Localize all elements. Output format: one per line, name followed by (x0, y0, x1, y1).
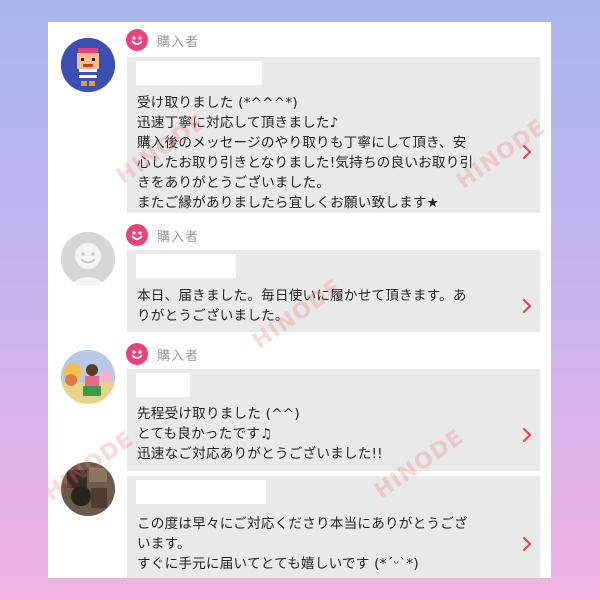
message-line: 心したお取り引きとなりました!気持ちの良いお取り引 (137, 155, 474, 171)
review-message-text: この度は早々にご対応くださり本当にありがとうござ います。 すぐに手元に届いてと… (137, 514, 514, 574)
review-item: 購入者 本日、届きました。毎日使いに履かせて頂きます。あ りがとうございました。 (48, 218, 551, 336)
message-line: 受け取りました (*^^^*) (137, 95, 298, 111)
buyer-role-label: 購入者 (126, 223, 199, 247)
dark-photo-avatar-icon[interactable] (61, 462, 115, 516)
role-label-text: 購入者 (157, 348, 200, 364)
review-item: この度は早々にご対応くださり本当にありがとうござ います。 すぐに手元に届いてと… (48, 462, 551, 578)
chevron-right-icon[interactable] (522, 536, 532, 552)
cartoon-character-avatar-icon[interactable] (61, 38, 115, 92)
message-line: 迅速なご対応ありがとうございました!! (137, 446, 383, 462)
redacted-username (136, 254, 236, 278)
message-line: 先程受け取りました (^^) (137, 406, 300, 422)
message-line: とても良かったです♫ (137, 426, 273, 442)
message-line: またご縁がありましたら宜しくお願い致します★ (137, 195, 440, 211)
review-message-bubble[interactable]: 受け取りました (*^^^*) 迅速丁寧に対応して頂きました♪ 購入後のメッセー… (127, 57, 540, 213)
role-label-text: 購入者 (157, 34, 200, 50)
chevron-right-icon[interactable] (522, 427, 532, 443)
review-message-bubble[interactable]: 先程受け取りました (^^) とても良かったです♫ 迅速なご対応ありがとうござい… (127, 369, 540, 471)
message-line: 本日、届きました。毎日使いに履かせて頂きます。あ (137, 288, 467, 304)
redacted-username (136, 61, 262, 85)
chevron-right-icon[interactable] (522, 298, 532, 314)
message-line: 購入後のメッセージのやり取りも丁寧にして頂き、安 (137, 135, 467, 151)
message-line: 迅速丁寧に対応して頂きました♪ (137, 115, 339, 131)
chevron-right-icon[interactable] (522, 144, 532, 160)
message-line: りがとうございました。 (137, 308, 289, 324)
redacted-username (136, 480, 266, 504)
review-message-text: 本日、届きました。毎日使いに履かせて頂きます。あ りがとうございました。 (137, 286, 514, 326)
message-line: この度は早々にご対応くださり本当にありがとうござ (137, 516, 468, 532)
buyer-role-label: 購入者 (126, 28, 199, 52)
review-message-text: 先程受け取りました (^^) とても良かったです♫ 迅速なご対応ありがとうござい… (137, 404, 514, 464)
figurine-photo-avatar-icon[interactable] (61, 350, 115, 404)
message-line: きをありがとうございました。 (137, 175, 331, 191)
review-message-text: 受け取りました (*^^^*) 迅速丁寧に対応して頂きました♪ 購入後のメッセー… (137, 93, 514, 213)
default-user-avatar-icon[interactable] (61, 232, 115, 286)
buyer-role-label: 購入者 (126, 342, 199, 366)
smile-face-icon (126, 343, 148, 365)
review-item: 購入者 受け取りました (*^^^*) 迅速丁寧に対応して頂きました♪ 購入後の… (48, 22, 551, 216)
message-line: います。 (137, 536, 191, 552)
smile-face-icon (126, 224, 148, 246)
review-message-bubble[interactable]: この度は早々にご対応くださり本当にありがとうござ います。 すぐに手元に届いてと… (127, 476, 540, 578)
smile-face-icon (126, 29, 148, 51)
redacted-username (136, 373, 190, 397)
review-item: 購入者 先程受け取りました (^^) とても良かったです♫ 迅速なご対応ありがと… (48, 338, 551, 472)
review-list-panel: 購入者 受け取りました (*^^^*) 迅速丁寧に対応して頂きました♪ 購入後の… (48, 22, 551, 578)
review-message-bubble[interactable]: 本日、届きました。毎日使いに履かせて頂きます。あ りがとうございました。 (127, 250, 540, 332)
message-line: すぐに手元に届いてとても嬉しいです (*´ᵕ`*) (137, 556, 419, 572)
role-label-text: 購入者 (157, 229, 200, 245)
